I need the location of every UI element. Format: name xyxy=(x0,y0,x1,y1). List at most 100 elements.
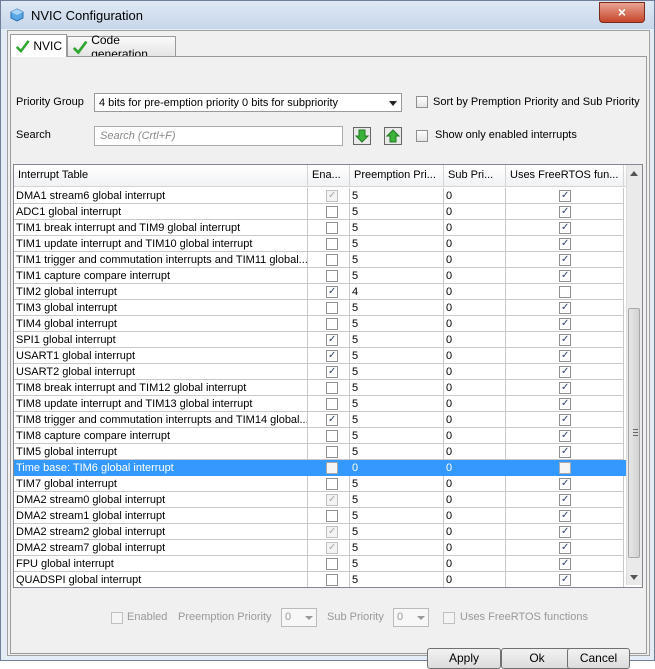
table-row[interactable]: DMA2 stream7 global interrupt ✓ 5 0 ✓ xyxy=(14,540,626,556)
freertos-checkbox[interactable]: ✓ xyxy=(559,542,571,554)
scroll-up-arrow-icon[interactable] xyxy=(630,171,638,176)
enabled-checkbox[interactable] xyxy=(326,398,338,410)
table-row[interactable]: SPI1 global interrupt ✓ 5 0 ✓ xyxy=(14,332,626,348)
freertos-checkbox[interactable]: ✓ xyxy=(559,222,571,234)
table-row[interactable]: USART1 global interrupt ✓ 5 0 ✓ xyxy=(14,348,626,364)
freertos-checkbox[interactable]: ✓ xyxy=(559,414,571,426)
table-row[interactable]: TIM8 trigger and commutation interrupts … xyxy=(14,412,626,428)
column-preemption-priority[interactable]: Preemption Pri... xyxy=(350,165,444,186)
show-enabled-checkbox[interactable] xyxy=(416,130,428,142)
enabled-checkbox[interactable] xyxy=(326,238,338,250)
search-input[interactable]: Search (Crtl+F) xyxy=(94,126,343,146)
freertos-checkbox[interactable]: ✓ xyxy=(559,382,571,394)
enabled-checkbox[interactable] xyxy=(326,382,338,394)
table-row[interactable]: DMA2 stream2 global interrupt ✓ 5 0 ✓ xyxy=(14,524,626,540)
enabled-checkbox[interactable] xyxy=(326,206,338,218)
detail-preemption-select[interactable]: 0 xyxy=(281,608,317,627)
enabled-checkbox[interactable] xyxy=(326,510,338,522)
table-row[interactable]: TIM3 global interrupt 5 0 ✓ xyxy=(14,300,626,316)
detail-freertos-checkbox[interactable] xyxy=(443,612,455,624)
enabled-checkbox[interactable] xyxy=(326,254,338,266)
table-row[interactable]: Time base: TIM6 global interrupt 0 0 xyxy=(14,460,626,476)
freertos-checkbox[interactable]: ✓ xyxy=(559,302,571,314)
enabled-checkbox[interactable]: ✓ xyxy=(326,366,338,378)
freertos-checkbox[interactable]: ✓ xyxy=(559,238,571,250)
table-row[interactable]: TIM5 global interrupt 5 0 ✓ xyxy=(14,444,626,460)
enabled-checkbox[interactable]: ✓ xyxy=(326,526,338,538)
freertos-checkbox[interactable]: ✓ xyxy=(559,510,571,522)
vertical-scrollbar[interactable] xyxy=(626,165,642,585)
freertos-checkbox[interactable] xyxy=(559,286,571,298)
priority-group-select[interactable]: 4 bits for pre-emption priority 0 bits f… xyxy=(94,93,402,112)
enabled-checkbox[interactable] xyxy=(326,574,338,586)
enabled-checkbox[interactable] xyxy=(326,430,338,442)
detail-sub-select[interactable]: 0 xyxy=(393,608,429,627)
ok-button[interactable]: Ok xyxy=(501,648,573,669)
search-up-button[interactable] xyxy=(384,127,402,145)
enabled-checkbox[interactable]: ✓ xyxy=(326,350,338,362)
enabled-checkbox[interactable] xyxy=(326,222,338,234)
table-row[interactable]: TIM4 global interrupt 5 0 ✓ xyxy=(14,316,626,332)
enabled-checkbox[interactable] xyxy=(326,478,338,490)
apply-button[interactable]: Apply xyxy=(427,648,501,669)
freertos-checkbox[interactable]: ✓ xyxy=(559,446,571,458)
table-row[interactable]: TIM1 capture compare interrupt 5 0 ✓ xyxy=(14,268,626,284)
freertos-checkbox[interactable]: ✓ xyxy=(559,398,571,410)
close-button[interactable]: × xyxy=(599,2,645,23)
enabled-checkbox[interactable] xyxy=(326,270,338,282)
table-row[interactable]: TIM2 global interrupt ✓ 4 0 xyxy=(14,284,626,300)
column-sub-priority[interactable]: Sub Pri... xyxy=(444,165,506,186)
freertos-checkbox[interactable]: ✓ xyxy=(559,334,571,346)
column-interrupt-table[interactable]: Interrupt Table xyxy=(14,165,308,186)
cancel-button[interactable]: Cancel xyxy=(567,648,630,669)
freertos-checkbox[interactable]: ✓ xyxy=(559,526,571,538)
freertos-checkbox[interactable]: ✓ xyxy=(559,430,571,442)
enabled-checkbox[interactable]: ✓ xyxy=(326,542,338,554)
column-uses-freertos[interactable]: Uses FreeRTOS fun... xyxy=(506,165,624,186)
freertos-checkbox[interactable]: ✓ xyxy=(559,206,571,218)
enabled-checkbox[interactable]: ✓ xyxy=(326,334,338,346)
table-row[interactable]: DMA2 stream1 global interrupt 5 0 ✓ xyxy=(14,508,626,524)
table-row[interactable]: ADC1 global interrupt 5 0 ✓ xyxy=(14,204,626,220)
table-row[interactable]: TIM8 capture compare interrupt 5 0 ✓ xyxy=(14,428,626,444)
enabled-checkbox[interactable] xyxy=(326,318,338,330)
enabled-checkbox[interactable]: ✓ xyxy=(326,414,338,426)
table-row[interactable]: TIM7 global interrupt 5 0 ✓ xyxy=(14,476,626,492)
scrollbar-thumb[interactable] xyxy=(628,308,640,558)
freertos-checkbox[interactable]: ✓ xyxy=(559,254,571,266)
freertos-checkbox[interactable]: ✓ xyxy=(559,478,571,490)
table-row[interactable]: TIM1 break interrupt and TIM9 global int… xyxy=(14,220,626,236)
table-row[interactable]: USART2 global interrupt ✓ 5 0 ✓ xyxy=(14,364,626,380)
freertos-checkbox[interactable]: ✓ xyxy=(559,574,571,586)
enabled-checkbox[interactable]: ✓ xyxy=(326,190,338,202)
freertos-checkbox[interactable]: ✓ xyxy=(559,190,571,202)
enabled-checkbox[interactable] xyxy=(326,446,338,458)
detail-enabled-checkbox[interactable] xyxy=(111,612,123,624)
freertos-checkbox[interactable]: ✓ xyxy=(559,318,571,330)
table-row[interactable]: TIM8 break interrupt and TIM12 global in… xyxy=(14,380,626,396)
tab-nvic[interactable]: NVIC xyxy=(10,34,67,57)
table-row[interactable]: QUADSPI global interrupt 5 0 ✓ xyxy=(14,572,626,587)
table-row[interactable]: FPU global interrupt 5 0 ✓ xyxy=(14,556,626,572)
enabled-checkbox[interactable] xyxy=(326,558,338,570)
sort-checkbox[interactable] xyxy=(416,96,428,108)
enabled-checkbox[interactable] xyxy=(326,462,338,474)
scroll-down-arrow-icon[interactable] xyxy=(630,575,638,580)
enabled-checkbox[interactable]: ✓ xyxy=(326,494,338,506)
freertos-checkbox[interactable]: ✓ xyxy=(559,494,571,506)
table-row[interactable]: DMA1 stream6 global interrupt ✓ 5 0 ✓ xyxy=(14,188,626,204)
freertos-checkbox[interactable]: ✓ xyxy=(559,558,571,570)
enabled-checkbox[interactable]: ✓ xyxy=(326,286,338,298)
title-bar[interactable]: NVIC Configuration × xyxy=(1,1,654,29)
freertos-checkbox[interactable] xyxy=(559,462,571,474)
table-row[interactable]: DMA2 stream0 global interrupt ✓ 5 0 ✓ xyxy=(14,492,626,508)
column-enabled[interactable]: Ena... xyxy=(308,165,350,186)
enabled-checkbox[interactable] xyxy=(326,302,338,314)
tab-code-generation[interactable]: Code generation xyxy=(67,33,176,61)
table-row[interactable]: TIM8 update interrupt and TIM13 global i… xyxy=(14,396,626,412)
freertos-checkbox[interactable]: ✓ xyxy=(559,366,571,378)
table-row[interactable]: TIM1 trigger and commutation interrupts … xyxy=(14,252,626,268)
freertos-checkbox[interactable]: ✓ xyxy=(559,350,571,362)
search-down-button[interactable] xyxy=(353,127,371,145)
table-row[interactable]: TIM1 update interrupt and TIM10 global i… xyxy=(14,236,626,252)
